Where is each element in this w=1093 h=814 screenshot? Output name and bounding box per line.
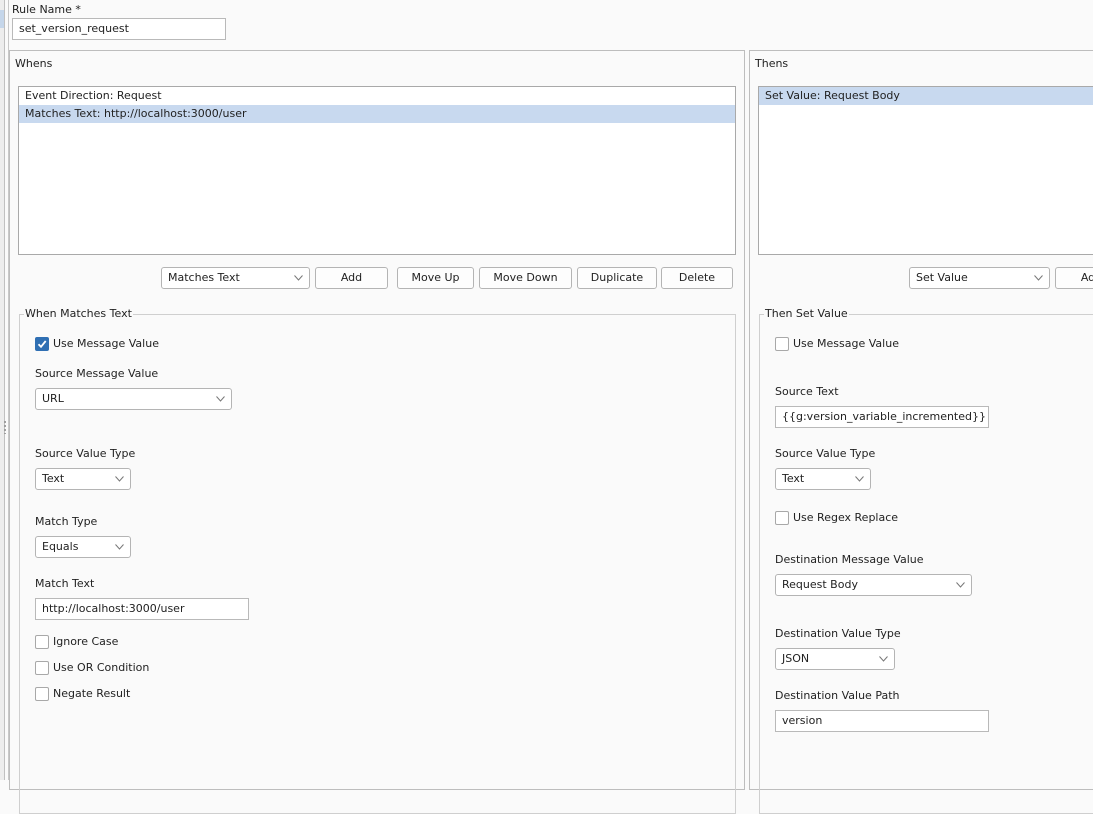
destination-message-value-value: Request Body: [782, 578, 858, 591]
use-regex-replace-checkbox[interactable]: [775, 511, 789, 525]
destination-value-path-label: Destination Value Path: [775, 689, 900, 702]
then-detail-group: Then Set Value Use Message Value Source …: [759, 307, 1093, 814]
then-detail-title: Then Set Value: [764, 307, 849, 320]
chevron-down-icon: [1034, 275, 1043, 281]
chevron-down-icon: [115, 544, 124, 550]
rule-name-label: Rule Name *: [12, 3, 81, 16]
chevron-down-icon: [855, 476, 864, 482]
when-detail-group: When Matches Text Use Message Value Sour…: [19, 307, 736, 814]
chevron-down-icon: [879, 656, 888, 662]
thens-list-item-selected[interactable]: Set Value: Request Body: [759, 87, 1093, 105]
whens-list-item[interactable]: Event Direction: Request: [19, 87, 735, 105]
whens-panel: Whens Event Direction: Request Matches T…: [9, 50, 745, 814]
destination-value-path-input[interactable]: version: [775, 710, 989, 732]
use-message-value-label: Use Message Value: [53, 337, 159, 350]
then-source-value-type-label: Source Value Type: [775, 447, 876, 460]
thens-panel: Thens Set Value: Request Body Set Value …: [749, 50, 1093, 814]
chevron-down-icon: [294, 275, 303, 281]
source-message-value-label: Source Message Value: [35, 367, 159, 380]
then-type-select[interactable]: Set Value: [909, 267, 1050, 289]
use-regex-replace-label: Use Regex Replace: [793, 511, 899, 524]
source-message-value-value: URL: [42, 392, 64, 405]
source-text-label: Source Text: [775, 385, 839, 398]
then-source-value-type-value: Text: [782, 472, 805, 485]
match-type-value: Equals: [42, 540, 79, 553]
whens-list[interactable]: Event Direction: Request Matches Text: h…: [18, 86, 736, 255]
chevron-down-icon: [956, 582, 965, 588]
side-strip-selection: [0, 10, 4, 28]
destination-value-type-label: Destination Value Type: [775, 627, 901, 640]
duplicate-button[interactable]: Duplicate: [577, 267, 657, 289]
chevron-down-icon: [216, 396, 225, 402]
then-add-button[interactable]: Add: [1055, 267, 1093, 289]
negate-result-label: Negate Result: [53, 687, 131, 700]
match-type-label: Match Type: [35, 515, 98, 528]
when-type-select-value: Matches Text: [168, 271, 240, 284]
match-type-select[interactable]: Equals: [35, 536, 131, 558]
destination-message-value-label: Destination Message Value: [775, 553, 924, 566]
checkmark-icon: [37, 340, 47, 349]
side-strip: [0, 0, 5, 780]
use-or-condition-label: Use OR Condition: [53, 661, 150, 674]
move-down-button[interactable]: Move Down: [479, 267, 572, 289]
then-source-value-type-select[interactable]: Text: [775, 468, 871, 490]
delete-button[interactable]: Delete: [661, 267, 733, 289]
negate-result-checkbox[interactable]: [35, 687, 49, 701]
use-message-value-checkbox[interactable]: [35, 337, 49, 351]
when-add-button[interactable]: Add: [315, 267, 388, 289]
move-up-button[interactable]: Move Up: [397, 267, 474, 289]
rule-name-input[interactable]: set_version_request: [12, 18, 226, 40]
match-text-input[interactable]: http://localhost:3000/user: [35, 598, 249, 620]
source-value-type-label: Source Value Type: [35, 447, 136, 460]
source-message-value-select[interactable]: URL: [35, 388, 232, 410]
chevron-down-icon: [115, 476, 124, 482]
then-use-message-value-label: Use Message Value: [793, 337, 899, 350]
thens-title: Thens: [755, 57, 789, 70]
source-value-type-select[interactable]: Text: [35, 468, 131, 490]
whens-title: Whens: [15, 57, 53, 70]
ignore-case-label: Ignore Case: [53, 635, 119, 648]
destination-value-type-value: JSON: [782, 652, 810, 665]
when-detail-title: When Matches Text: [24, 307, 133, 320]
use-or-condition-checkbox[interactable]: [35, 661, 49, 675]
source-value-type-value: Text: [42, 472, 65, 485]
whens-list-item-selected[interactable]: Matches Text: http://localhost:3000/user: [19, 105, 735, 123]
when-type-select[interactable]: Matches Text: [161, 267, 310, 289]
destination-message-value-select[interactable]: Request Body: [775, 574, 972, 596]
destination-value-type-select[interactable]: JSON: [775, 648, 895, 670]
source-text-input[interactable]: {{g:version_variable_incremented}}: [775, 406, 989, 428]
ignore-case-checkbox[interactable]: [35, 635, 49, 649]
then-type-select-value: Set Value: [916, 271, 968, 284]
splitter-grip-icon[interactable]: [3, 420, 7, 434]
then-use-message-value-checkbox[interactable]: [775, 337, 789, 351]
match-text-label: Match Text: [35, 577, 95, 590]
thens-list[interactable]: Set Value: Request Body: [758, 86, 1093, 255]
